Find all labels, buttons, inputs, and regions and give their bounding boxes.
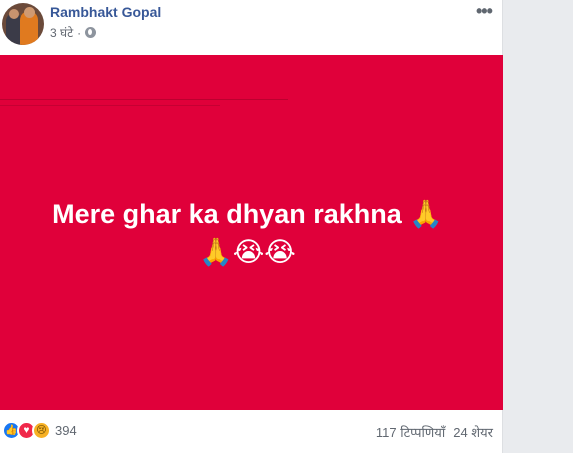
post-time[interactable]: 3 घंटे xyxy=(50,24,73,41)
post-background: Mere ghar ka dhyan rakhna 🙏 🙏😭😭 xyxy=(0,55,503,410)
post-card: Rambhakt Gopal 3 घंटे · ••• Mere ghar ka… xyxy=(0,0,503,453)
divider xyxy=(0,105,220,106)
avatar-head-right xyxy=(24,7,35,18)
avatar-head-left xyxy=(9,9,19,19)
post-meta: 3 घंटे · xyxy=(50,24,97,41)
sad-icon: 😢 xyxy=(32,421,51,440)
post-stats: 117 टिप्पणियाँ 24 शेयर xyxy=(376,423,493,441)
author-name[interactable]: Rambhakt Gopal xyxy=(50,4,161,20)
meta-separator: · xyxy=(77,25,82,40)
more-options-icon[interactable]: ••• xyxy=(476,1,493,22)
post-text-line: Mere ghar ka dhyan rakhna 🙏 xyxy=(52,199,443,229)
post-footer: 👍 ♥ 😢 394 117 टिप्पणियाँ 24 शेयर xyxy=(0,410,503,453)
post-text-emoji-line: 🙏😭😭 xyxy=(199,237,296,267)
reactions-summary[interactable]: 👍 ♥ 😢 394 xyxy=(2,421,77,440)
avatar[interactable] xyxy=(2,3,44,45)
divider xyxy=(0,99,288,100)
shares-count[interactable]: 24 शेयर xyxy=(453,423,493,441)
globe-icon[interactable] xyxy=(85,27,97,38)
reaction-count[interactable]: 394 xyxy=(55,423,77,438)
comments-count[interactable]: 117 टिप्पणियाँ xyxy=(376,423,445,441)
post-text: Mere ghar ka dhyan rakhna 🙏 🙏😭😭 xyxy=(0,195,495,271)
post-header: Rambhakt Gopal 3 घंटे · ••• xyxy=(0,0,503,52)
